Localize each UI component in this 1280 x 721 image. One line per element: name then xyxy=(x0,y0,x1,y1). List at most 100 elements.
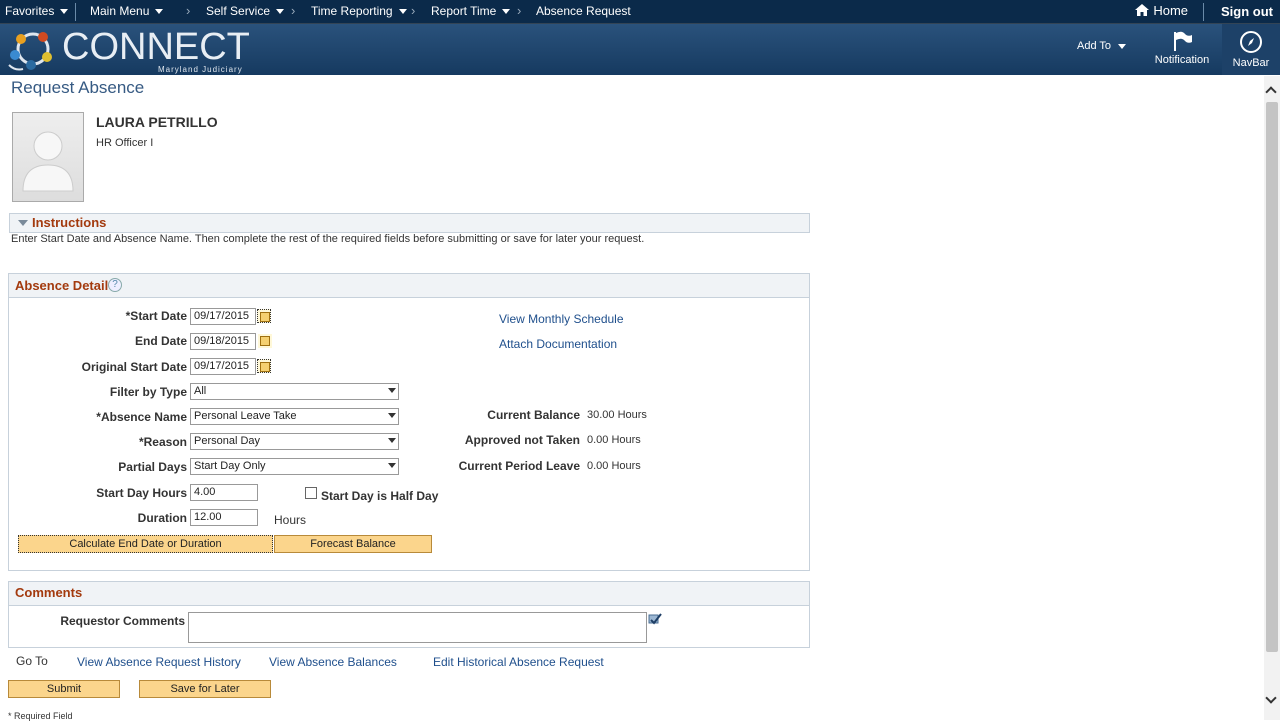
attach-documentation-link[interactable]: Attach Documentation xyxy=(499,337,617,351)
current-period-leave-label: Current Period Leave xyxy=(458,459,580,473)
absence-detail-title: Absence Detail xyxy=(15,278,109,293)
absence-name-select[interactable]: Personal Leave Take xyxy=(190,408,399,425)
original-start-date-input[interactable]: 09/17/2015 xyxy=(190,358,256,375)
breadcrumb-separator-icon: › xyxy=(186,3,191,18)
requestor-comments-textarea[interactable] xyxy=(188,612,647,643)
notification-button[interactable]: Notification xyxy=(1154,30,1210,66)
main-menu[interactable]: Main Menu xyxy=(90,4,164,18)
original-start-date-label: Original Start Date xyxy=(81,360,187,374)
start-day-hours-label: Start Day Hours xyxy=(96,486,187,500)
current-balance-label: Current Balance xyxy=(487,408,580,422)
employee-title: HR Officer I xyxy=(96,137,154,149)
view-absence-request-history-link[interactable]: View Absence Request History xyxy=(77,655,241,669)
go-to-label: Go To xyxy=(16,654,48,668)
start-date-label: *Start Date xyxy=(125,309,187,323)
start-date-input[interactable]: 09/17/2015 xyxy=(190,308,256,325)
duration-label: Duration xyxy=(137,511,187,525)
reason-value: Personal Day xyxy=(194,435,261,447)
start-day-hours-input[interactable]: 4.00 xyxy=(190,484,258,501)
absence-name-value: Personal Leave Take xyxy=(194,410,297,422)
scroll-up-icon[interactable] xyxy=(1265,86,1277,98)
partial-days-value: Start Day Only xyxy=(194,460,266,472)
half-day-checkbox[interactable] xyxy=(305,487,317,499)
breadcrumb-self-service[interactable]: Self Service xyxy=(206,4,285,18)
chevron-down-icon xyxy=(388,388,396,393)
save-for-later-button[interactable]: Save for Later xyxy=(139,680,271,698)
filter-by-type-value: All xyxy=(194,385,207,397)
chevron-down-icon xyxy=(388,438,396,443)
connect-logo-text: CONNECT xyxy=(62,26,250,68)
chevron-down-icon xyxy=(276,9,285,15)
forecast-balance-button[interactable]: Forecast Balance xyxy=(274,535,432,553)
person-icon xyxy=(22,131,74,192)
submit-button[interactable]: Submit xyxy=(8,680,120,698)
divider xyxy=(1203,3,1204,21)
compass-icon xyxy=(1240,31,1262,53)
current-period-leave-value: 0.00 Hours xyxy=(587,460,641,472)
home-link[interactable]: Home xyxy=(1134,3,1188,18)
instructions-text: Enter Start Date and Absence Name. Then … xyxy=(11,233,645,245)
filter-by-type-select[interactable]: All xyxy=(190,383,399,400)
chevron-down-icon xyxy=(388,463,396,468)
chevron-down-icon xyxy=(388,413,396,418)
comments-title: Comments xyxy=(15,585,83,600)
instructions-title: Instructions xyxy=(32,215,107,230)
edit-historical-absence-request-link[interactable]: Edit Historical Absence Request xyxy=(433,655,604,669)
instructions-header[interactable]: Instructions xyxy=(9,213,810,233)
scroll-down-icon[interactable] xyxy=(1265,692,1277,704)
duration-unit: Hours xyxy=(274,513,307,527)
calendar-icon[interactable] xyxy=(257,309,271,323)
reason-label: *Reason xyxy=(138,435,187,449)
partial-days-label: Partial Days xyxy=(118,460,187,474)
half-day-label: Start Day is Half Day xyxy=(321,489,439,503)
reason-select[interactable]: Personal Day xyxy=(190,433,399,450)
flag-icon xyxy=(1174,31,1192,51)
notification-label: Notification xyxy=(1154,54,1210,66)
breadcrumb-separator-icon: › xyxy=(411,3,416,18)
chevron-down-icon xyxy=(1118,43,1127,49)
view-absence-balances-link[interactable]: View Absence Balances xyxy=(269,655,397,669)
home-label: Home xyxy=(1153,3,1189,18)
navbar-label: NavBar xyxy=(1232,57,1270,69)
calendar-icon[interactable] xyxy=(258,334,272,348)
breadcrumb-separator-icon: › xyxy=(291,3,296,18)
partial-days-select[interactable]: Start Day Only xyxy=(190,458,399,475)
end-date-input[interactable]: 09/18/2015 xyxy=(190,333,256,350)
chevron-down-icon xyxy=(60,9,69,15)
filter-by-type-label: Filter by Type xyxy=(109,385,187,399)
main-menu-label: Main Menu xyxy=(90,4,150,18)
connect-logo-subtitle: Maryland Judiciary xyxy=(158,65,243,74)
add-to-menu[interactable]: Add To xyxy=(1077,40,1127,52)
collapse-triangle-icon xyxy=(18,220,28,226)
calculate-end-date-button[interactable]: Calculate End Date or Duration xyxy=(18,535,273,553)
absence-detail-header: Absence Detail ? xyxy=(9,274,809,298)
breadcrumb-label: Time Reporting xyxy=(311,4,393,18)
sign-out-link[interactable]: Sign out xyxy=(1221,4,1273,19)
chevron-down-icon xyxy=(398,9,407,15)
end-date-label: End Date xyxy=(134,334,187,348)
breadcrumb-absence-request[interactable]: Absence Request xyxy=(536,4,631,18)
approved-not-taken-value: 0.00 Hours xyxy=(587,434,641,446)
navbar-button[interactable]: NavBar xyxy=(1222,24,1280,75)
home-icon xyxy=(1135,4,1149,16)
avatar xyxy=(12,112,84,202)
duration-input[interactable]: 12.00 xyxy=(190,509,258,526)
add-to-label: Add To xyxy=(1077,40,1112,52)
breadcrumb-time-reporting[interactable]: Time Reporting xyxy=(311,4,407,18)
help-icon[interactable]: ? xyxy=(108,278,122,292)
requestor-comments-label: Requestor Comments xyxy=(60,614,185,628)
employee-name: LAURA PETRILLO xyxy=(96,114,218,130)
breadcrumb-separator-icon: › xyxy=(517,3,522,18)
favorites-label: Favorites xyxy=(5,4,55,18)
breadcrumb-label: Self Service xyxy=(206,4,271,18)
breadcrumb-report-time[interactable]: Report Time xyxy=(431,4,511,18)
scrollbar-thumb[interactable] xyxy=(1266,102,1278,652)
spell-check-icon[interactable] xyxy=(647,612,663,626)
connect-logo-icon xyxy=(8,32,52,71)
divider xyxy=(75,3,76,21)
approved-not-taken-label: Approved not Taken xyxy=(464,433,580,447)
calendar-icon[interactable] xyxy=(257,359,271,373)
favorites-menu[interactable]: Favorites xyxy=(5,4,69,18)
current-balance-value: 30.00 Hours xyxy=(587,409,647,421)
view-monthly-schedule-link[interactable]: View Monthly Schedule xyxy=(499,312,624,326)
